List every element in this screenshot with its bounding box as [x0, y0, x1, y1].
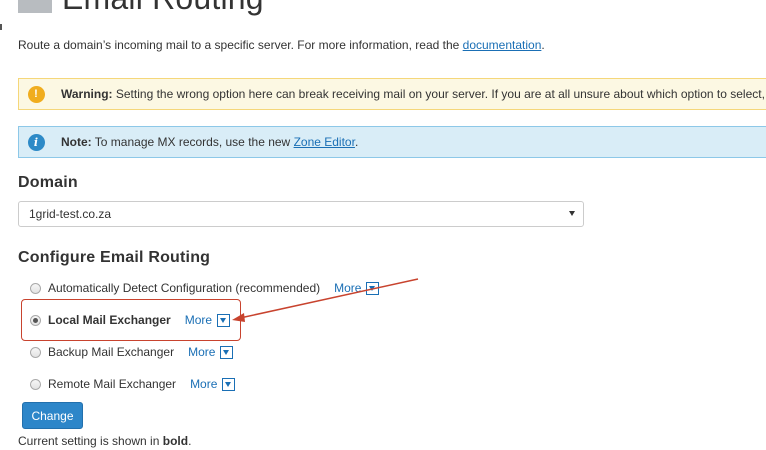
annotation-highlight-box	[21, 299, 241, 341]
page-title: Email Routing	[62, 0, 264, 18]
option-auto-detect: Automatically Detect Configuration (reco…	[30, 279, 380, 297]
info-icon-box: i	[19, 127, 53, 157]
domain-heading: Domain	[18, 174, 78, 191]
option-remote: Remote Mail Exchanger More	[30, 375, 236, 393]
more-link[interactable]: More	[190, 377, 217, 391]
option-label[interactable]: Automatically Detect Configuration (reco…	[48, 281, 320, 295]
exclamation-icon: !	[27, 85, 45, 103]
warning-alert: ! Warning: Setting the wrong option here…	[18, 78, 766, 110]
domain-select-value: 1grid-test.co.za	[29, 207, 112, 221]
documentation-link[interactable]: documentation	[463, 38, 542, 52]
footnote-suffix: .	[188, 434, 192, 448]
note-text: Note: To manage MX records, use the new …	[53, 135, 358, 149]
option-backup: Backup Mail Exchanger More	[30, 343, 234, 361]
chevron-down-icon[interactable]	[366, 281, 380, 295]
warning-message: Setting the wrong option here can break …	[112, 87, 765, 101]
option-label[interactable]: Backup Mail Exchanger	[48, 345, 174, 359]
envelope-icon	[18, 0, 52, 13]
description-suffix: .	[541, 38, 545, 52]
more-link[interactable]: More	[188, 345, 215, 359]
chevron-down-icon[interactable]	[220, 345, 234, 359]
footnote: Current setting is shown in bold.	[18, 434, 191, 448]
left-edge	[0, 0, 4, 450]
page-header: Email Routing	[18, 0, 264, 18]
warning-icon-box: !	[19, 79, 53, 109]
routing-heading: Configure Email Routing	[18, 249, 211, 266]
zone-editor-link[interactable]: Zone Editor	[294, 135, 355, 149]
option-label[interactable]: Remote Mail Exchanger	[48, 377, 176, 391]
page-description: Route a domain’s incoming mail to a spec…	[18, 38, 545, 52]
info-icon: i	[27, 133, 45, 151]
note-alert: i Note: To manage MX records, use the ne…	[18, 126, 766, 158]
footnote-prefix: Current setting is shown in	[18, 434, 163, 448]
warning-text: Warning: Setting the wrong option here c…	[53, 87, 765, 101]
warning-label: Warning:	[61, 87, 113, 101]
note-label: Note:	[61, 135, 92, 149]
scroll-marker	[0, 24, 2, 30]
radio-auto-detect[interactable]	[30, 282, 41, 294]
note-suffix: .	[354, 135, 359, 149]
radio-backup[interactable]	[30, 346, 41, 358]
note-message: To manage MX records, use the new	[91, 135, 294, 149]
domain-select[interactable]: 1grid-test.co.za	[18, 201, 584, 227]
change-button[interactable]: Change	[22, 402, 83, 429]
radio-remote[interactable]	[30, 378, 41, 390]
description-text: Route a domain’s incoming mail to a spec…	[18, 38, 463, 52]
chevron-down-icon[interactable]	[222, 377, 236, 391]
more-link[interactable]: More	[334, 281, 361, 295]
caret-down-icon	[569, 211, 575, 216]
footnote-bold: bold	[162, 434, 189, 448]
